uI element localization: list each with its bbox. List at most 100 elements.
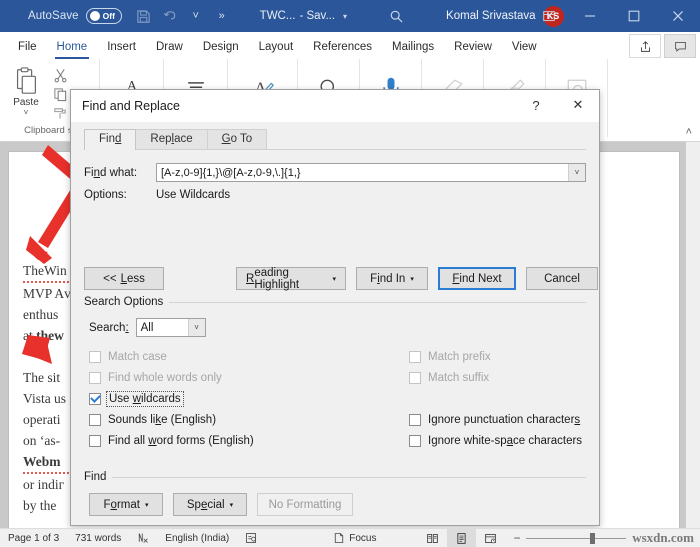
zoom-control[interactable]: − bbox=[513, 531, 627, 545]
zoom-slider-thumb[interactable] bbox=[590, 532, 596, 544]
search-scope-select[interactable]: All ˅ bbox=[135, 318, 206, 337]
tab-insert[interactable]: Insert bbox=[97, 34, 146, 59]
autosave-toggle[interactable]: AutoSave Off bbox=[28, 8, 122, 24]
find-whole-words-only-checkbox[interactable]: Find whole words only bbox=[89, 367, 319, 388]
zoom-slider[interactable] bbox=[526, 532, 627, 544]
search-scope-value: All bbox=[140, 321, 154, 334]
collapse-ribbon-icon[interactable]: ˄ bbox=[686, 126, 692, 138]
chevron-down-icon: ▾ bbox=[332, 275, 336, 283]
vertical-scrollbar[interactable] bbox=[686, 142, 700, 528]
print-layout-icon[interactable] bbox=[447, 528, 477, 547]
checkbox-box[interactable] bbox=[89, 434, 101, 447]
ribbon-tab-bar: File Home Insert Draw Design Layout Refe… bbox=[0, 32, 700, 59]
match-prefix-checkbox[interactable]: Match prefix bbox=[409, 346, 609, 367]
checkbox-label: Ignore white-space characters bbox=[428, 434, 583, 447]
chevron-down-icon[interactable]: ▾ bbox=[343, 12, 347, 21]
less-button[interactable]: << Less bbox=[84, 267, 164, 290]
find-what-value: [A-z,0-9]{1,}\@[A-z,0-9,\.]{1,} bbox=[161, 166, 301, 179]
sounds-like-checkbox[interactable]: Sounds like (English) bbox=[89, 409, 319, 430]
window-controls bbox=[530, 0, 700, 32]
help-button[interactable]: ? bbox=[515, 90, 557, 120]
tab-file[interactable]: File bbox=[8, 34, 47, 59]
chevron-down-icon[interactable]: ˅ bbox=[24, 108, 29, 117]
autosave-switch[interactable]: Off bbox=[85, 8, 122, 24]
zoom-out-button[interactable]: − bbox=[513, 531, 520, 545]
status-bar: Page 1 of 3 731 words English (India) Fo… bbox=[0, 528, 700, 547]
accessibility-icon[interactable] bbox=[237, 529, 265, 547]
tab-layout[interactable]: Layout bbox=[249, 34, 304, 59]
options-row: Options: Use Wildcards bbox=[84, 189, 586, 201]
quick-access-toolbar: ˅ » bbox=[132, 4, 234, 28]
chevron-down-icon[interactable]: ˅ bbox=[184, 4, 208, 28]
comments-icon[interactable] bbox=[664, 34, 696, 58]
find-all-word-forms-checkbox[interactable]: Find all word forms (English) bbox=[89, 430, 319, 451]
format-painter-icon[interactable] bbox=[53, 106, 68, 121]
copy-icon[interactable] bbox=[53, 87, 68, 102]
checkbox-box[interactable] bbox=[409, 434, 421, 447]
options-label: Options: bbox=[84, 189, 127, 201]
tab-references[interactable]: References bbox=[303, 34, 382, 59]
maximize-icon[interactable] bbox=[612, 0, 656, 32]
paste-button[interactable]: Paste ˅ bbox=[5, 62, 47, 117]
focus-mode-button[interactable]: Focus bbox=[325, 529, 384, 547]
tab-mailings[interactable]: Mailings bbox=[382, 34, 444, 59]
tab-design[interactable]: Design bbox=[193, 34, 249, 59]
proofing-errors-icon[interactable] bbox=[129, 529, 157, 547]
reading-highlight-button[interactable]: Reading Highlight ▾ bbox=[236, 267, 346, 291]
close-icon[interactable]: ✕ bbox=[557, 90, 599, 120]
chevron-down-icon: ▾ bbox=[229, 501, 234, 509]
ribbon-display-options-icon[interactable] bbox=[530, 0, 568, 32]
save-icon[interactable] bbox=[132, 4, 156, 28]
find-what-label: Find what: bbox=[84, 166, 138, 179]
tab-view[interactable]: View bbox=[502, 34, 547, 59]
use-wildcards-checkbox[interactable]: Use wildcards bbox=[89, 388, 319, 409]
web-layout-icon[interactable] bbox=[476, 529, 505, 547]
checkbox-box[interactable] bbox=[89, 392, 101, 405]
dialog-tabs: Find Replace Go To bbox=[84, 128, 586, 150]
tab-home[interactable]: Home bbox=[47, 34, 98, 59]
find-next-button[interactable]: Find Next bbox=[438, 267, 516, 290]
checkbox-box[interactable] bbox=[409, 371, 421, 384]
find-what-row: Find what: [A-z,0-9]{1,}\@[A-z,0-9,\.]{1… bbox=[84, 163, 586, 182]
checkbox-label: Use wildcards bbox=[106, 390, 184, 407]
divider bbox=[112, 476, 586, 478]
share-icon[interactable] bbox=[629, 34, 661, 58]
cut-icon[interactable] bbox=[53, 68, 68, 83]
page-indicator[interactable]: Page 1 of 3 bbox=[0, 529, 67, 547]
tab-go-to[interactable]: Go To bbox=[206, 129, 268, 149]
more-icon[interactable]: » bbox=[210, 4, 234, 28]
checkbox-box[interactable] bbox=[89, 350, 101, 363]
minimize-icon[interactable] bbox=[568, 0, 612, 32]
word-count[interactable]: 731 words bbox=[67, 529, 129, 547]
tab-review[interactable]: Review bbox=[444, 34, 502, 59]
search-icon[interactable] bbox=[389, 9, 404, 24]
checkbox-label: Match prefix bbox=[428, 350, 491, 363]
undo-icon[interactable] bbox=[158, 4, 182, 28]
search-options-fieldset: Search Options bbox=[84, 296, 586, 308]
find-what-input[interactable]: [A-z,0-9]{1,}\@[A-z,0-9,\.]{1,} ˅ bbox=[156, 163, 586, 182]
close-icon[interactable] bbox=[656, 0, 700, 32]
language-indicator[interactable]: English (India) bbox=[157, 529, 237, 547]
chevron-down-icon[interactable]: ˅ bbox=[187, 319, 205, 336]
checkbox-label: Find all word forms (English) bbox=[108, 434, 254, 447]
tab-find[interactable]: Find bbox=[84, 129, 137, 150]
cancel-button[interactable]: Cancel bbox=[526, 267, 598, 290]
read-mode-icon[interactable] bbox=[418, 529, 447, 547]
special-button[interactable]: Sp e cial ▾ bbox=[173, 493, 247, 516]
tab-replace[interactable]: Replace bbox=[135, 129, 208, 149]
search-options-left-column: Match case Find whole words only Use wil… bbox=[89, 346, 319, 451]
checkbox-box[interactable] bbox=[89, 371, 101, 384]
chevron-down-icon[interactable]: ˅ bbox=[568, 164, 585, 181]
tab-draw[interactable]: Draw bbox=[146, 34, 193, 59]
document-saved-state: - Sav... bbox=[299, 10, 336, 22]
ignore-whitespace-checkbox[interactable]: Ignore white-space characters bbox=[409, 430, 609, 451]
document-title[interactable]: TWC... - Sav... ▾ bbox=[260, 10, 347, 22]
checkbox-box[interactable] bbox=[409, 350, 421, 363]
ignore-punctuation-checkbox[interactable]: Ignore punctuation characters bbox=[409, 409, 609, 430]
checkbox-box[interactable] bbox=[409, 413, 421, 426]
match-suffix-checkbox[interactable]: Match suffix bbox=[409, 367, 609, 388]
find-in-button[interactable]: Fi nd In ▾ bbox=[356, 267, 428, 290]
match-case-checkbox[interactable]: Match case bbox=[89, 346, 319, 367]
format-button[interactable]: Fo rmat ▾ bbox=[89, 493, 163, 516]
checkbox-box[interactable] bbox=[89, 413, 101, 426]
